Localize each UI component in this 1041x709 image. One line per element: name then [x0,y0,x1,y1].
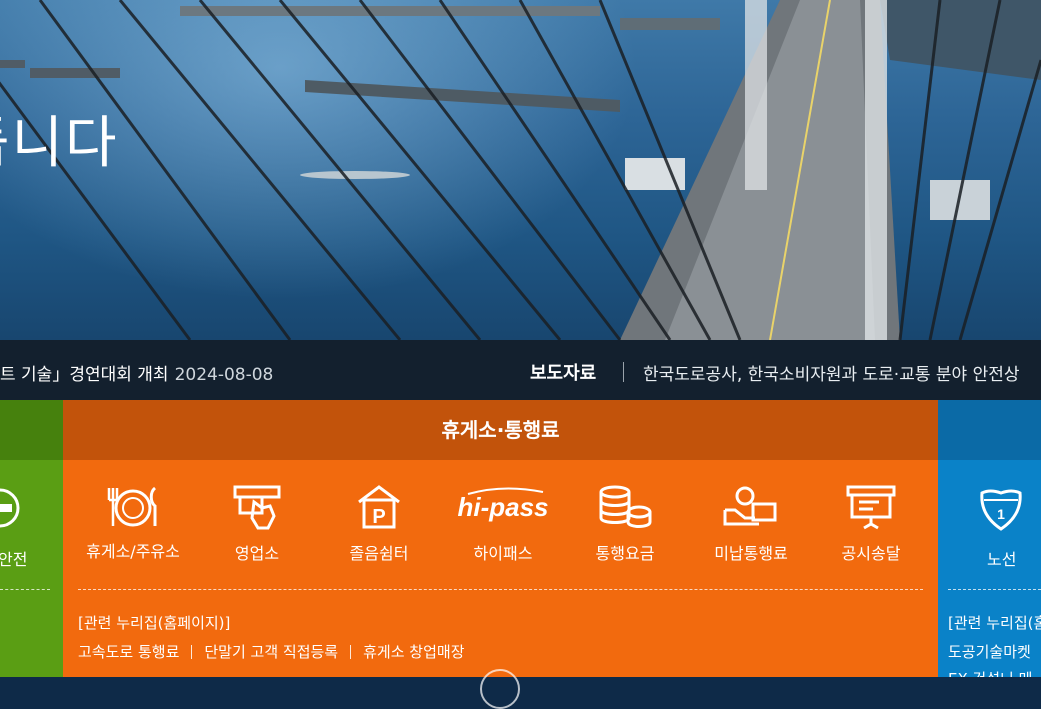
menu-item-toll-office[interactable]: 영업소 [197,484,317,564]
notice-board-icon [846,485,896,530]
panel-safety: 안전 [0,400,63,677]
panel-rest-area-toll: 휴게소·통행료 휴게소/주유소 영업소 P 졸음쉼터 hi-pass 하이패스 … [63,400,938,677]
hero-barge [30,68,120,78]
ticker-divider [623,362,624,382]
menu-item-drowsy-shelter[interactable]: P 졸음쉼터 [319,484,439,564]
ticker-prev-date: 2024-08-08 [174,365,274,385]
related-sites-links: 고속도로 통행료 단말기 고객 직접등록 휴게소 창업매장 [78,641,465,662]
route-shield-number: 1 [997,506,1005,522]
hero-banner: 듭니다 [0,0,1041,340]
safety-divider [0,589,50,590]
menu-item-public-notice-label: 공시송달 [841,544,901,563]
link-separator [191,645,193,659]
link-rest-area-store[interactable]: 휴게소 창업매장 [363,643,464,661]
menu-item-toll-fee-label: 통행요금 [595,544,655,563]
svg-text:P: P [372,506,385,528]
hero-title: 듭니다 [0,111,119,176]
minus-circle-icon [0,488,20,528]
rest-area-toll-divider [78,589,923,590]
hipass-logo-text: hi-pass [458,492,548,522]
panel-safety-header [0,400,63,460]
plate-fork-knife-icon [107,486,157,527]
news-ticker: 트 기술」경연대회 개최 2024-08-08 보도자료 한국도로공사, 한국소비… [0,340,1041,400]
link-ex-construction[interactable]: EX-건설니 메 [948,668,1032,677]
hero-shore [880,0,1041,80]
rest-area-toll-menu: 휴게소/주유소 영업소 P 졸음쉼터 hi-pass 하이패스 통행요금 미납통… [63,484,938,574]
route-icon[interactable]: 1 [978,487,1024,535]
panel-route-header [938,400,1041,460]
route-shield-icon: 1 [980,489,1022,531]
menu-item-drowsy-shelter-label: 졸음쉼터 [349,544,409,563]
scroll-indicator[interactable] [480,669,520,709]
menu-item-hipass[interactable]: hi-pass 하이패스 [443,484,563,564]
ticker-prev-item[interactable]: 트 기술」경연대회 개최 2024-08-08 [0,360,273,385]
ticker-prev-text[interactable]: 트 기술」경연대회 개최 [0,365,169,385]
hand-money-icon [723,486,777,526]
ticker-label: 보도자료 [530,363,597,384]
hero-barge [0,60,25,68]
hero-pylon [745,0,767,190]
coins-icon [599,485,652,528]
hero-scene-illustration [0,0,1041,340]
menu-item-public-notice[interactable]: 공시송달 [811,484,931,564]
route-related-title: [관련 누리집(홈 [948,614,1041,632]
menu-item-toll-office-label: 영업소 [234,544,280,563]
link-expressway-toll[interactable]: 고속도로 통행료 [78,643,179,661]
menu-item-toll-fee[interactable]: 통행요금 [565,484,685,564]
link-terminal-register[interactable]: 단말기 고객 직접등록 [204,643,338,661]
toll-booth-hand-icon [233,485,281,530]
hero-dock [180,6,600,16]
related-sites-title: [관련 누리집(홈페이지)] [78,614,231,632]
hero-pylon [865,0,887,340]
hero-boat-wake [300,171,410,179]
panel-route: 1 노선 [관련 누리집(홈 도공기술마켓 EX-건설니 메 [938,400,1041,677]
menu-item-rest-area[interactable]: 휴게소/주유소 [73,484,193,562]
parking-house-icon: P [358,485,400,529]
hero-dock [620,18,720,30]
safety-label[interactable]: 안전 [0,546,27,570]
link-separator [350,645,352,659]
route-divider [948,589,1041,590]
menu-item-rest-area-label: 휴게소/주유소 [86,542,180,561]
ticker-current-text[interactable]: 한국도로공사, 한국소비자원과 도로·교통 분야 안전상 [643,360,1020,385]
route-label[interactable]: 노선 [987,546,1016,570]
menu-item-unpaid-toll-label: 미납통행료 [714,544,788,563]
menu-item-hipass-label: 하이패스 [473,544,533,563]
menu-item-unpaid-toll[interactable]: 미납통행료 [691,484,811,564]
link-tech-market[interactable]: 도공기술마켓 [948,641,1031,662]
panel-rest-area-toll-title: 휴게소·통행료 [63,400,938,460]
hipass-logo-icon: hi-pass [458,487,548,522]
safety-icon[interactable] [0,486,22,534]
